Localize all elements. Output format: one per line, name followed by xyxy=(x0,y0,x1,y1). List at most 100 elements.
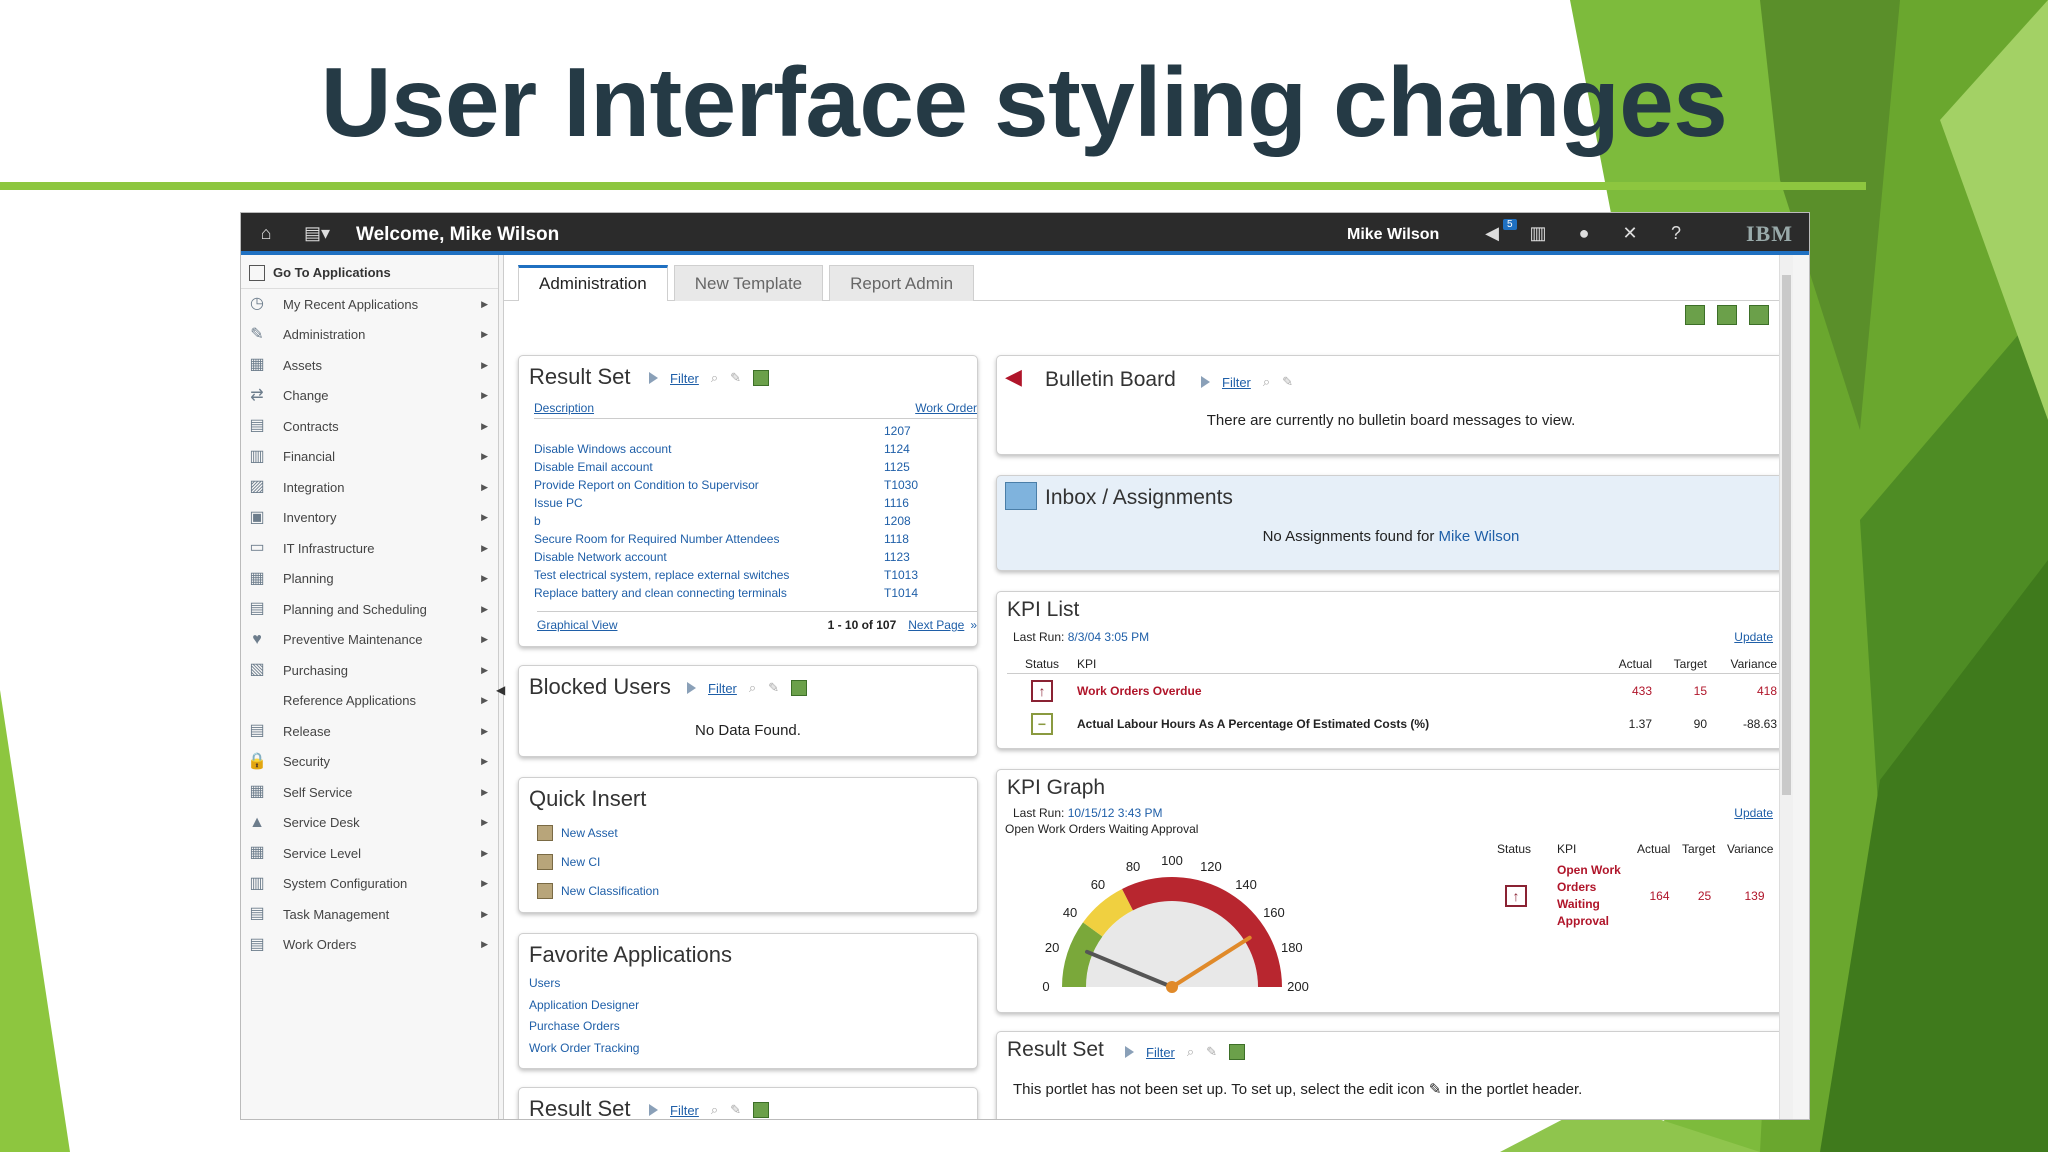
sidebar-item[interactable]: ▤ Planning and Scheduling ▶ xyxy=(241,594,498,625)
go-to-applications[interactable]: Go To Applications xyxy=(241,255,498,289)
filter-link[interactable]: Filter xyxy=(1222,375,1251,390)
sidebar-item[interactable]: 🔒 Security ▶ xyxy=(241,747,498,778)
table-row[interactable]: Disable Windows account 1124 xyxy=(534,440,977,458)
chart-icon[interactable]: ▥ xyxy=(1527,222,1549,244)
maximize-icon[interactable] xyxy=(753,1102,770,1118)
search-icon[interactable]: ⌕ xyxy=(711,1102,718,1118)
tab-new-template[interactable]: New Template xyxy=(673,265,824,301)
sidebar-item[interactable]: ▥ System Configuration ▶ xyxy=(241,869,498,900)
filter-link[interactable]: Filter xyxy=(1146,1045,1175,1060)
home-icon[interactable]: ⌂ xyxy=(255,222,277,244)
edit-icon[interactable]: ✎ xyxy=(730,1102,741,1118)
description-column-header[interactable]: Description xyxy=(534,401,594,415)
sidebar-item[interactable]: ▤ Task Management ▶ xyxy=(241,899,498,930)
result-set-portlet-3: Result Set Filter ⌕ ✎ This portlet has n… xyxy=(996,1031,1786,1119)
filter-link[interactable]: Filter xyxy=(708,681,737,696)
search-icon[interactable]: ⌕ xyxy=(749,680,756,696)
sidebar-item[interactable]: ♥ Preventive Maintenance ▶ xyxy=(241,625,498,656)
table-row[interactable]: Provide Report on Condition to Superviso… xyxy=(534,476,977,494)
run-icon[interactable] xyxy=(1125,1046,1134,1058)
sidebar-item[interactable]: ▭ IT Infrastructure ▶ xyxy=(241,533,498,564)
favorite-purchase-orders[interactable]: Purchase Orders xyxy=(529,1019,639,1041)
close-icon[interactable]: ✕ xyxy=(1619,222,1641,244)
description-cell xyxy=(534,422,884,440)
sidebar-item[interactable]: ▦ Assets ▶ xyxy=(241,350,498,381)
run-icon[interactable] xyxy=(649,372,658,384)
table-row[interactable]: Test electrical system, replace external… xyxy=(534,566,977,584)
search-icon[interactable]: ⌕ xyxy=(711,370,718,386)
sidebar-item[interactable]: ▦ Planning ▶ xyxy=(241,564,498,595)
edit-icon[interactable]: ✎ xyxy=(1206,1044,1217,1060)
edit-icon[interactable]: ✎ xyxy=(768,680,779,696)
vertical-scrollbar[interactable] xyxy=(1779,255,1793,1119)
user-icon[interactable]: ● xyxy=(1573,222,1595,244)
sidebar-item[interactable]: ▤ Release ▶ xyxy=(241,716,498,747)
layout-icon[interactable] xyxy=(1717,305,1737,325)
table-row[interactable]: b 1208 xyxy=(534,512,977,530)
sidebar-item[interactable]: ▣ Inventory ▶ xyxy=(241,503,498,534)
filter-link[interactable]: Filter xyxy=(670,1103,699,1118)
sidebar-item[interactable]: ✎ Administration ▶ xyxy=(241,320,498,351)
next-page-link[interactable]: Next Page xyxy=(908,618,964,632)
sidebar-item[interactable]: ▨ Integration ▶ xyxy=(241,472,498,503)
sidebar-item[interactable]: ⇄ Change ▶ xyxy=(241,381,498,412)
quick-insert-new-asset[interactable]: New Asset xyxy=(537,818,659,847)
sidebar-item[interactable]: ▦ Service Level ▶ xyxy=(241,838,498,869)
table-row[interactable]: Secure Room for Required Number Attendee… xyxy=(534,530,977,548)
table-row[interactable]: Replace battery and clean connecting ter… xyxy=(534,584,977,602)
favorite-users[interactable]: Users xyxy=(529,976,639,998)
minus-status-icon: − xyxy=(1031,712,1053,735)
task-icon: ▤ xyxy=(249,905,265,923)
run-icon[interactable] xyxy=(687,682,696,694)
sidebar-item[interactable]: ◷ My Recent Applications ▶ xyxy=(241,289,498,320)
refresh-icon[interactable] xyxy=(1749,305,1769,325)
help-icon[interactable]: ? xyxy=(1665,222,1687,244)
inbox-user-link[interactable]: Mike Wilson xyxy=(1439,528,1520,545)
table-row[interactable]: Disable Email account 1125 xyxy=(534,458,977,476)
kpi-graph-update-link[interactable]: Update xyxy=(1734,806,1773,820)
filter-link[interactable]: Filter xyxy=(670,371,699,386)
sidebar-item[interactable]: ▧ Purchasing ▶ xyxy=(241,655,498,686)
kpi-graph-row[interactable]: ↑ Open Work Orders Waiting Approval 164 … xyxy=(1497,862,1782,930)
sidebar-item[interactable]: ▲ Service Desk ▶ xyxy=(241,808,498,839)
collapse-sidebar-icon[interactable]: ◀ xyxy=(496,683,505,697)
kpi-header: KPI xyxy=(1557,842,1577,856)
maximize-icon[interactable] xyxy=(753,370,770,386)
table-row[interactable]: Issue PC 1116 xyxy=(534,494,977,512)
maximize-icon[interactable] xyxy=(791,680,808,696)
sidebar-item[interactable]: ▦ Self Service ▶ xyxy=(241,777,498,808)
graphical-view-link[interactable]: Graphical View xyxy=(537,618,617,632)
kpi-row[interactable]: ↑ Work Orders Overdue 433 15 418 xyxy=(1007,674,1784,707)
search-icon[interactable]: ⌕ xyxy=(1187,1044,1194,1060)
sidebar-item[interactable]: ▤ Work Orders ▶ xyxy=(241,930,498,961)
portlet-toolbar: Filter ⌕ ✎ xyxy=(649,370,770,386)
result-set-3-title: Result Set xyxy=(1007,1038,1104,1061)
table-row[interactable]: Disable Network account 1123 xyxy=(534,548,977,566)
edit-icon[interactable]: ✎ xyxy=(1282,374,1293,390)
sidebar-item[interactable]: ▥ Financial ▶ xyxy=(241,442,498,473)
scrollbar-thumb[interactable] xyxy=(1782,275,1791,795)
favorite-work-order-tracking[interactable]: Work Order Tracking xyxy=(529,1041,639,1063)
tab-report-admin[interactable]: Report Admin xyxy=(829,265,975,301)
apps-menu-icon[interactable]: ▤▾ xyxy=(303,222,331,244)
favorite-application-designer[interactable]: Application Designer xyxy=(529,998,639,1020)
kpi-list-update-link[interactable]: Update xyxy=(1734,630,1773,644)
megaphone-icon[interactable]: ◀ xyxy=(1481,222,1503,244)
edit-icon[interactable]: ✎ xyxy=(730,370,741,386)
sidebar-item[interactable]: Reference Applications ▶ xyxy=(241,686,498,717)
run-icon[interactable] xyxy=(649,1104,658,1116)
quick-insert-new-classification[interactable]: New Classification xyxy=(537,876,659,905)
quick-insert-new-ci[interactable]: New CI xyxy=(537,847,659,876)
sidebar-item[interactable]: ▤ Contracts ▶ xyxy=(241,411,498,442)
table-row[interactable]: 1207 xyxy=(534,422,977,440)
maximize-icon[interactable] xyxy=(1229,1044,1246,1060)
user-name[interactable]: Mike Wilson xyxy=(1347,226,1439,244)
run-icon[interactable] xyxy=(1201,376,1210,388)
search-icon[interactable]: ⌕ xyxy=(1263,374,1270,390)
next-page-icon[interactable]: » xyxy=(970,618,977,632)
work-order-column-header[interactable]: Work Order xyxy=(915,401,977,415)
slide-title: User Interface styling changes xyxy=(320,47,1728,157)
add-portlet-icon[interactable] xyxy=(1685,305,1705,325)
tab-administration[interactable]: Administration xyxy=(518,265,668,301)
kpi-row[interactable]: − Actual Labour Hours As A Percentage Of… xyxy=(1007,707,1784,740)
